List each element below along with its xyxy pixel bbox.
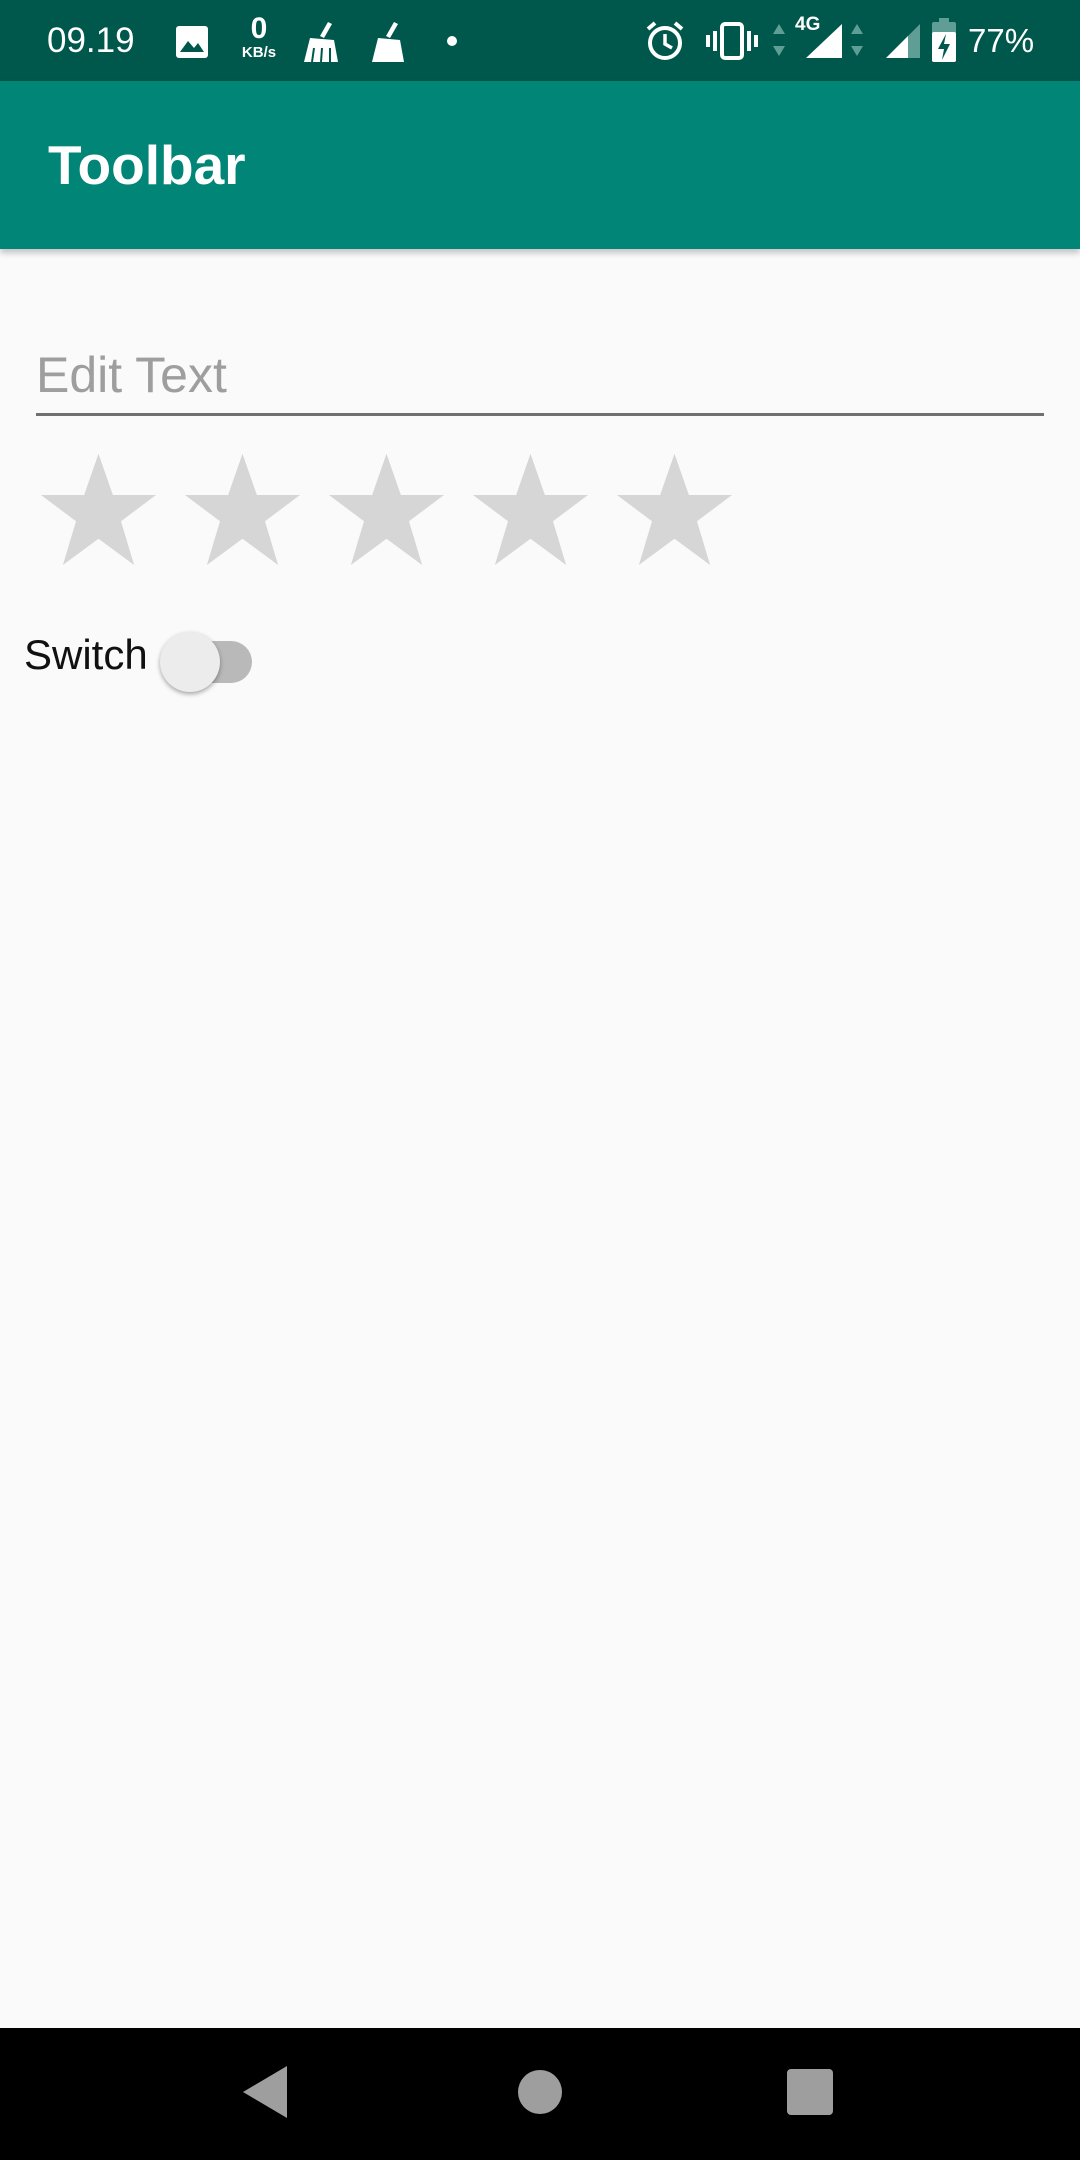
home-button[interactable] (480, 2028, 600, 2160)
data-rate-value: 0 (250, 12, 268, 45)
data-activity-icon (772, 24, 786, 61)
data-activity-icon (850, 24, 864, 61)
switch-row[interactable]: Switch (24, 620, 260, 692)
switch-label: Switch (24, 631, 148, 678)
page-title: Toolbar (48, 134, 246, 196)
vibrate-icon (706, 22, 758, 65)
recents-icon (787, 2068, 833, 2120)
dot-icon (446, 34, 458, 52)
back-button[interactable] (206, 2028, 326, 2160)
rating-bar[interactable] (36, 450, 756, 575)
signal-icon (886, 24, 922, 63)
home-icon (517, 2069, 563, 2120)
edit-text-field[interactable] (36, 336, 1044, 416)
battery-charging-icon (932, 18, 956, 67)
recents-button[interactable] (750, 2028, 870, 2160)
star-icon[interactable] (36, 450, 161, 575)
status-bar: 09.19 0 KB/s 4G 77% (0, 0, 1080, 81)
image-icon (174, 24, 210, 65)
back-icon (243, 2065, 289, 2123)
battery-percent: 77% (968, 22, 1035, 59)
switch-thumb[interactable] (159, 632, 220, 692)
star-icon[interactable] (180, 450, 305, 575)
broom-icon (302, 22, 346, 69)
status-time: 09.19 (47, 21, 135, 60)
star-icon[interactable] (324, 450, 449, 575)
data-rate: 0 KB/s (234, 12, 284, 61)
broom-icon (370, 22, 410, 69)
switch-toggle[interactable] (159, 620, 260, 692)
data-rate-unit: KB/s (241, 44, 277, 61)
alarm-icon (644, 20, 686, 67)
signal-icon (806, 24, 844, 63)
navigation-bar (0, 2028, 1080, 2160)
star-icon[interactable] (612, 450, 737, 575)
app-bar: Toolbar (0, 81, 1080, 249)
star-icon[interactable] (468, 450, 593, 575)
